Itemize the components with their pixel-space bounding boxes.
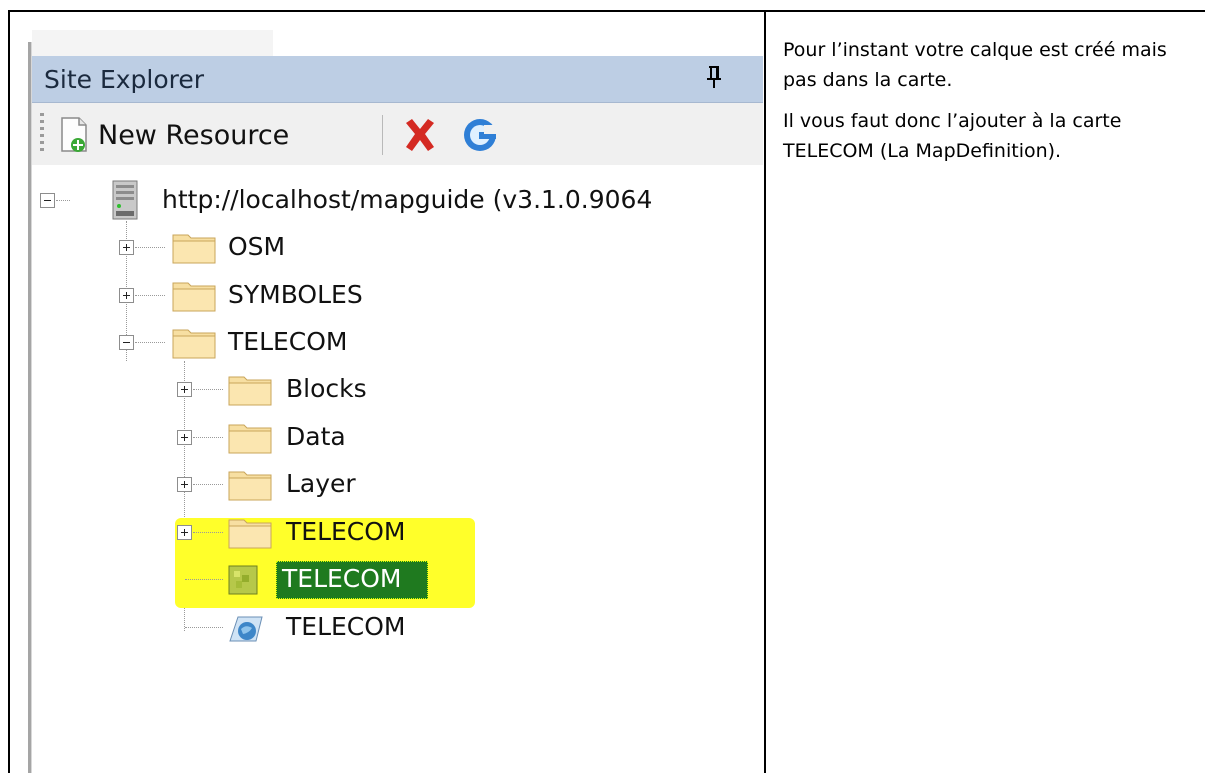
collapse-icon[interactable] xyxy=(119,335,134,350)
tree-node-telecom-folder[interactable]: TELECOM xyxy=(32,512,763,552)
table-divider xyxy=(764,10,766,773)
tree-connector xyxy=(135,342,165,343)
folder-icon xyxy=(228,424,272,454)
tree-connector xyxy=(135,247,165,248)
map-definition-icon xyxy=(229,616,263,642)
folder-icon xyxy=(172,234,216,264)
tree-label-telecom-map: TELECOM xyxy=(286,612,406,641)
expand-icon[interactable] xyxy=(119,240,134,255)
tree-connector xyxy=(56,200,70,201)
tab-strip xyxy=(32,30,273,56)
tree-connector xyxy=(193,532,223,533)
tree-label-blocks: Blocks xyxy=(286,374,367,403)
expand-icon[interactable] xyxy=(119,288,134,303)
tree-label-symboles: SYMBOLES xyxy=(228,280,363,309)
tree-connector xyxy=(193,437,223,438)
screenshot-cell: Site Explorer New Resource http://localh… xyxy=(10,12,763,773)
panel-header: Site Explorer xyxy=(32,56,763,103)
instruction-paragraph-1: Pour l’instant votre calque est créé mai… xyxy=(783,39,1167,91)
tree-connector xyxy=(185,579,223,580)
folder-icon xyxy=(172,282,216,312)
tree-node-root[interactable]: http://localhost/mapguide (v3.1.0.9064 xyxy=(32,180,763,220)
new-resource-label: New Resource xyxy=(98,119,290,151)
toolbar-separator xyxy=(382,115,383,155)
instruction-cell: Pour l’instant votre calque est créé mai… xyxy=(783,35,1203,177)
instruction-paragraph-2: Il vous faut donc l’ajouter à la carte T… xyxy=(783,110,1122,162)
tree-label-data: Data xyxy=(286,422,346,451)
toolbar: New Resource xyxy=(32,103,763,165)
expand-icon[interactable] xyxy=(177,430,192,445)
tree-label-telecom-folder: TELECOM xyxy=(286,517,406,546)
site-explorer-screenshot: Site Explorer New Resource http://localh… xyxy=(10,12,763,773)
tree-node-blocks[interactable]: Blocks xyxy=(32,369,763,409)
tree-connector xyxy=(135,295,165,296)
tree-node-data[interactable]: Data xyxy=(32,417,763,457)
tree-connector xyxy=(193,389,223,390)
tree-label-telecom: TELECOM xyxy=(228,327,348,356)
tree-node-telecom[interactable]: TELECOM xyxy=(32,322,763,362)
collapse-icon[interactable] xyxy=(40,193,55,208)
tree-label-telecom-layer: TELECOM xyxy=(282,564,402,593)
folder-icon xyxy=(228,471,272,501)
pin-icon[interactable] xyxy=(704,64,724,92)
folder-icon xyxy=(228,519,272,549)
tree-node-layer[interactable]: Layer xyxy=(32,464,763,504)
new-resource-button[interactable]: New Resource xyxy=(60,113,289,157)
server-icon xyxy=(112,180,138,220)
tree-node-symboles[interactable]: SYMBOLES xyxy=(32,275,763,315)
expand-icon[interactable] xyxy=(177,525,192,540)
expand-icon[interactable] xyxy=(177,382,192,397)
folder-icon xyxy=(228,376,272,406)
tree-node-osm[interactable]: OSM xyxy=(32,227,763,267)
refresh-icon[interactable] xyxy=(460,115,500,155)
tree-connector xyxy=(185,627,223,628)
tree-connector xyxy=(193,484,223,485)
layer-icon xyxy=(228,565,258,595)
new-document-icon xyxy=(61,117,87,152)
panel-title: Site Explorer xyxy=(44,65,205,94)
resource-tree: http://localhost/mapguide (v3.1.0.9064 O… xyxy=(32,165,763,773)
tree-label-osm: OSM xyxy=(228,232,286,261)
tree-label-layer: Layer xyxy=(286,469,356,498)
folder-icon xyxy=(172,329,216,359)
toolbar-grip[interactable] xyxy=(40,113,44,153)
tree-label-root: http://localhost/mapguide (v3.1.0.9064 xyxy=(162,185,653,214)
expand-icon[interactable] xyxy=(177,477,192,492)
tree-node-telecom-layer[interactable]: TELECOM xyxy=(32,559,763,599)
delete-icon[interactable] xyxy=(400,115,440,155)
document-table: Site Explorer New Resource http://localh… xyxy=(0,0,1205,773)
tree-node-telecom-map[interactable]: TELECOM xyxy=(32,607,763,647)
